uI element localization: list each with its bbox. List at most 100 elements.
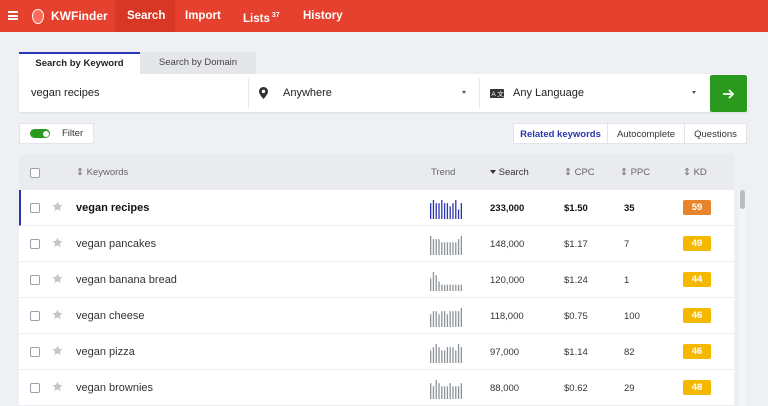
trend-sparkline xyxy=(430,200,462,219)
tab-autocomplete[interactable]: Autocomplete xyxy=(607,123,685,144)
trend-bar xyxy=(446,314,449,327)
table-row[interactable]: vegan brownies 88,000 $0.62 29 48 xyxy=(19,370,734,406)
kd-badge: 59 xyxy=(683,200,711,215)
trend-bar xyxy=(435,344,437,363)
star-icon[interactable] xyxy=(52,237,63,248)
search-bar: Anywhere A 文 Any Language xyxy=(19,74,748,112)
row-checkbox[interactable] xyxy=(30,347,40,357)
chevron-down-icon xyxy=(692,91,696,94)
star-icon[interactable] xyxy=(52,345,63,356)
column-header-cpc[interactable]: ⇕ CPC xyxy=(564,167,595,178)
trend-bar xyxy=(449,284,451,291)
trend-bar xyxy=(452,386,454,399)
trend-bar xyxy=(452,347,454,363)
trend-bar xyxy=(435,380,437,399)
table-row[interactable]: vegan pizza 97,000 $1.14 82 46 xyxy=(19,334,734,370)
trend-bar xyxy=(457,344,460,363)
trend-bar xyxy=(457,284,460,291)
column-header-kd[interactable]: ⇕ KD xyxy=(683,167,707,178)
nav-lists[interactable]: Lists 37 xyxy=(243,0,280,32)
trend-sparkline xyxy=(430,236,462,255)
row-checkbox[interactable] xyxy=(30,203,40,213)
trend-bar xyxy=(430,203,432,219)
trend-bar xyxy=(443,311,446,327)
trend-bar xyxy=(446,386,449,399)
table-row[interactable]: vegan cheese 118,000 $0.75 100 46 xyxy=(19,298,734,334)
trend-bar xyxy=(430,350,432,363)
star-icon[interactable] xyxy=(52,381,63,392)
top-bar: KWFinder Search Import Lists 37 History xyxy=(0,0,768,32)
trend-bar xyxy=(455,284,457,291)
divider xyxy=(248,78,249,108)
brand[interactable]: KWFinder xyxy=(32,0,108,32)
row-checkbox[interactable] xyxy=(30,275,40,285)
table-scrollbar[interactable] xyxy=(739,190,746,406)
nav-history[interactable]: History xyxy=(303,0,343,32)
row-checkbox[interactable] xyxy=(30,239,40,249)
filter-toggle-button[interactable]: Filter xyxy=(19,123,94,144)
trend-bar xyxy=(452,203,454,219)
column-header-search[interactable]: Search xyxy=(490,167,529,178)
trend-bar xyxy=(460,236,462,255)
trend-bar xyxy=(441,284,443,291)
keyword-cell[interactable]: vegan recipes xyxy=(76,202,149,214)
trend-bar xyxy=(457,311,460,327)
ppc-cell: 35 xyxy=(624,203,635,214)
trend-bar xyxy=(446,284,449,291)
keyword-cell[interactable]: vegan pancakes xyxy=(76,238,156,250)
keyword-cell[interactable]: vegan brownies xyxy=(76,382,153,394)
tab-search-by-keyword[interactable]: Search by Keyword xyxy=(19,52,140,74)
app-name: KWFinder xyxy=(51,9,108,23)
row-checkbox[interactable] xyxy=(30,383,40,393)
star-icon[interactable] xyxy=(52,273,63,284)
location-select[interactable]: Anywhere xyxy=(259,74,474,112)
trend-bar xyxy=(441,200,443,219)
keyword-cell[interactable]: vegan banana bread xyxy=(76,274,177,286)
keyword-cell[interactable]: vegan pizza xyxy=(76,346,135,358)
nav-search[interactable]: Search xyxy=(127,0,165,32)
select-all-checkbox[interactable] xyxy=(30,168,40,178)
column-header-ppc[interactable]: ⇕ PPC xyxy=(620,167,650,178)
kd-badge: 49 xyxy=(683,236,711,251)
search-volume-cell: 118,000 xyxy=(490,311,524,322)
search-volume-cell: 97,000 xyxy=(490,347,520,358)
nav-import[interactable]: Import xyxy=(185,0,221,32)
trend-bar xyxy=(443,242,446,255)
trend-bar xyxy=(443,350,446,363)
table-row[interactable]: vegan banana bread 120,000 $1.24 1 44 xyxy=(19,262,734,298)
search-submit-button[interactable] xyxy=(710,75,747,112)
keyword-cell[interactable]: vegan cheese xyxy=(76,310,145,322)
trend-bar xyxy=(446,347,449,363)
menu-icon[interactable] xyxy=(8,11,18,20)
trend-bar xyxy=(449,383,451,399)
star-icon[interactable] xyxy=(52,309,63,320)
trend-bar xyxy=(452,284,454,291)
trend-bar xyxy=(430,314,432,327)
kwfinder-logo-icon xyxy=(32,8,44,24)
search-volume-cell: 120,000 xyxy=(490,275,525,286)
nav-lists-label: Lists xyxy=(243,12,270,25)
keyword-search-input[interactable] xyxy=(19,74,248,112)
tab-search-by-domain[interactable]: Search by Domain xyxy=(140,52,256,74)
trend-bar xyxy=(443,284,446,291)
cpc-cell: $0.75 xyxy=(564,311,588,322)
filter-switch[interactable] xyxy=(30,129,50,138)
trend-bar xyxy=(432,272,435,291)
keywords-table: ⇕ Keywords Trend Search ⇕ CPC ⇕ PPC ⇕ KD… xyxy=(19,155,734,406)
language-icon: A 文 xyxy=(490,88,504,98)
tab-questions[interactable]: Questions xyxy=(684,123,747,144)
trend-bar xyxy=(435,203,437,219)
chevron-down-icon xyxy=(462,91,466,94)
column-header-keywords[interactable]: ⇕ Keywords xyxy=(76,167,128,178)
column-header-trend: Trend xyxy=(431,167,456,178)
row-checkbox[interactable] xyxy=(30,311,40,321)
language-select[interactable]: A 文 Any Language xyxy=(490,74,705,112)
star-icon[interactable] xyxy=(52,201,63,212)
table-row[interactable]: vegan pancakes 148,000 $1.17 7 49 xyxy=(19,226,734,262)
tab-related-keywords[interactable]: Related keywords xyxy=(513,123,608,144)
kd-badge: 44 xyxy=(683,272,711,287)
trend-bar xyxy=(430,383,432,399)
trend-bar xyxy=(446,203,449,219)
table-row[interactable]: vegan recipes 233,000 $1.50 35 59 xyxy=(19,190,734,226)
scrollbar-thumb[interactable] xyxy=(740,190,745,209)
